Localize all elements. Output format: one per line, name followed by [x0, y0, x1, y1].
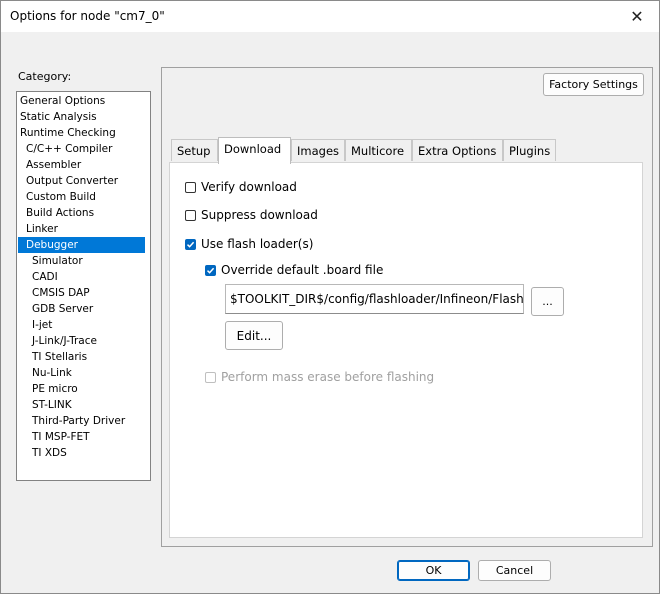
category-label: Category:	[18, 70, 72, 83]
verify-download-label: Verify download	[201, 180, 297, 194]
category-item-gdb-server[interactable]: GDB Server	[30, 301, 95, 317]
verify-download-option[interactable]: Verify download	[185, 180, 297, 194]
category-item-st-link[interactable]: ST-LINK	[30, 397, 74, 413]
category-item-jlink-jtrace[interactable]: J-Link/J-Trace	[30, 333, 99, 349]
category-item-custom-build[interactable]: Custom Build	[24, 189, 98, 205]
suppress-download-option[interactable]: Suppress download	[185, 208, 318, 222]
mass-erase-label: Perform mass erase before flashing	[221, 370, 435, 384]
category-item-assembler[interactable]: Assembler	[24, 157, 83, 173]
use-flash-loader-option[interactable]: Use flash loader(s)	[185, 237, 313, 251]
category-item-pe-micro[interactable]: PE micro	[30, 381, 80, 397]
suppress-download-checkbox[interactable]	[185, 209, 196, 221]
factory-settings-button[interactable]: Factory Settings	[543, 73, 644, 96]
suppress-download-label: Suppress download	[201, 208, 318, 222]
override-board-file-option[interactable]: Override default .board file	[205, 263, 383, 277]
use-flash-loader-label: Use flash loader(s)	[201, 237, 314, 251]
browse-button[interactable]: ...	[531, 287, 564, 316]
category-item-cadi[interactable]: CADI	[30, 269, 60, 285]
category-item-third-party-driver[interactable]: Third-Party Driver	[30, 413, 127, 429]
close-icon: ✕	[630, 7, 644, 26]
mass-erase-option: Perform mass erase before flashing	[205, 370, 434, 384]
category-item-simulator[interactable]: Simulator	[30, 253, 85, 269]
category-item-ti-stellaris[interactable]: TI Stellaris	[30, 349, 89, 365]
override-board-file-label: Override default .board file	[221, 263, 384, 277]
board-file-path-input[interactable]: $TOOLKIT_DIR$/config/flashloader/Infineo…	[225, 284, 524, 314]
cancel-button[interactable]: Cancel	[478, 560, 551, 581]
tab-images[interactable]: Images	[291, 139, 345, 161]
tab-setup[interactable]: Setup	[171, 139, 218, 161]
category-item-general-options[interactable]: General Options	[18, 93, 107, 109]
checkmark-icon	[206, 267, 215, 274]
category-item-ti-msp-fet[interactable]: TI MSP-FET	[30, 429, 92, 445]
title-bar: Options for node "cm7_0" ✕	[1, 1, 659, 32]
category-item-runtime-checking[interactable]: Runtime Checking	[18, 125, 118, 141]
category-item-static-analysis[interactable]: Static Analysis	[18, 109, 99, 125]
category-item-c-cpp-compiler[interactable]: C/C++ Compiler	[24, 141, 114, 157]
tab-plugins[interactable]: Plugins	[503, 139, 556, 161]
tab-download[interactable]: Download	[218, 137, 291, 164]
checkmark-icon	[186, 241, 195, 248]
mass-erase-checkbox	[205, 371, 216, 383]
verify-download-checkbox[interactable]	[185, 181, 196, 193]
category-item-i-jet[interactable]: I-jet	[30, 317, 54, 333]
category-item-output-converter[interactable]: Output Converter	[24, 173, 120, 189]
use-flash-loader-checkbox[interactable]	[185, 238, 196, 250]
category-item-linker[interactable]: Linker	[24, 221, 60, 237]
category-item-ti-xds[interactable]: TI XDS	[30, 445, 69, 461]
ok-button[interactable]: OK	[397, 560, 470, 581]
close-button[interactable]: ✕	[615, 1, 659, 32]
tab-multicore[interactable]: Multicore	[345, 139, 412, 161]
edit-button[interactable]: Edit...	[225, 321, 283, 350]
category-item-nu-link[interactable]: Nu-Link	[30, 365, 74, 381]
override-board-file-checkbox[interactable]	[205, 264, 216, 276]
category-item-debugger[interactable]: Debugger	[18, 237, 145, 253]
window-title: Options for node "cm7_0"	[10, 9, 165, 23]
tab-extra-options[interactable]: Extra Options	[412, 139, 503, 161]
category-list[interactable]: General Options Static Analysis Runtime …	[16, 91, 151, 481]
category-item-build-actions[interactable]: Build Actions	[24, 205, 96, 221]
category-item-cmsis-dap[interactable]: CMSIS DAP	[30, 285, 92, 301]
